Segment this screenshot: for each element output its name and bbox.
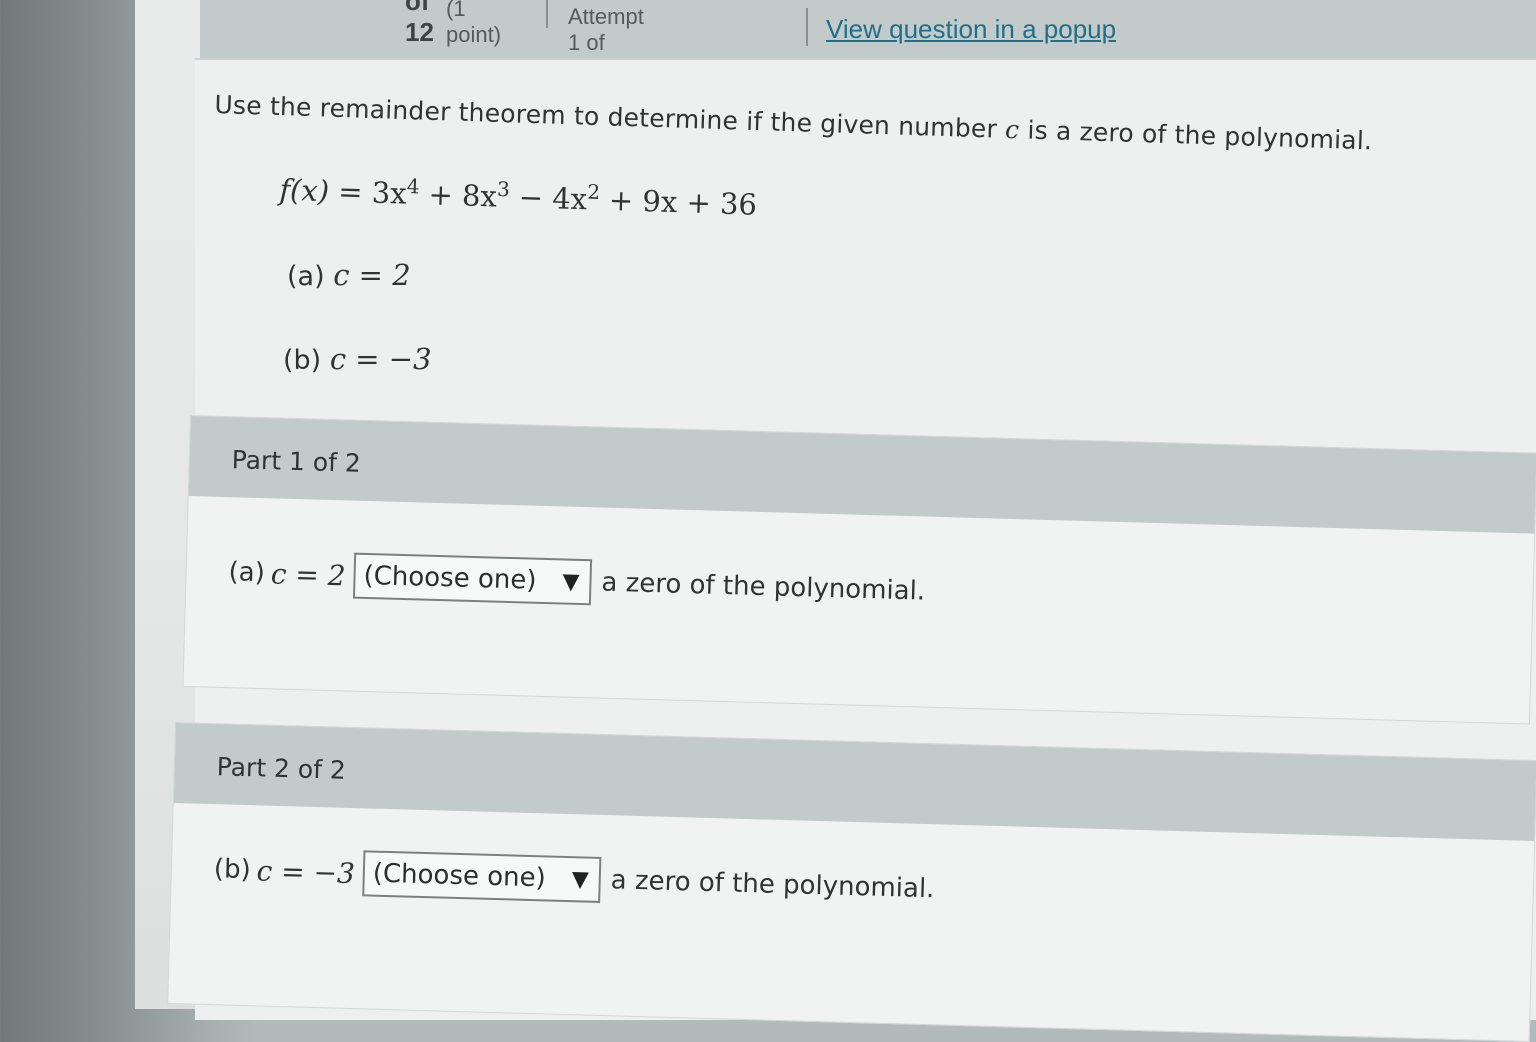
divider — [806, 8, 808, 46]
question-number-cut: of 12 — [405, 0, 434, 47]
part-2-label: (b) — [213, 854, 252, 886]
formula-exponent: 2 — [586, 179, 601, 205]
part-1-title: Part 1 of 2 — [231, 445, 362, 478]
instruction-text-end: is a zero of the polynomial. — [1018, 115, 1373, 156]
triangle-down-icon: ▼ — [571, 866, 590, 893]
option-a: (a) c = 2 — [287, 258, 411, 292]
polynomial-formula: f(x) = 3x4 + 8x3 − 4x2 + 9x + 36 — [279, 170, 758, 222]
formula-exponent: 3 — [496, 176, 511, 202]
part-2-suffix: a zero of the polynomial. — [610, 865, 935, 905]
question-instruction: Use the remainder theorem to determine i… — [214, 90, 1454, 158]
points-label: (1 point) — [446, 0, 502, 47]
part-2-panel: Part 2 of 2 (b) c = −3 (Choose one) ▼ a … — [167, 722, 1536, 1042]
option-b-value: c = −3 — [329, 342, 432, 376]
part-1-answer-row: (a) c = 2 (Choose one) ▼ a zero of the p… — [228, 549, 926, 614]
part-1-panel: Part 1 of 2 (a) c = 2 (Choose one) ▼ a z… — [182, 415, 1536, 725]
view-question-popup-link[interactable]: View question in a popup — [826, 14, 1116, 45]
part-2-expression: c = −3 — [256, 853, 356, 890]
dropdown-value: (Choose one) — [363, 560, 537, 596]
formula-exponent: 4 — [406, 173, 420, 199]
formula-term: − 4x — [509, 179, 588, 217]
formula-lhs: f(x) = — [278, 172, 373, 210]
part-1-label: (a) — [228, 557, 266, 589]
instruction-variable: c — [1004, 114, 1020, 145]
divider — [546, 0, 548, 28]
part-1-suffix: a zero of the polynomial. — [601, 567, 926, 607]
instruction-text: Use the remainder theorem to determine i… — [214, 90, 1006, 144]
formula-term: + 8x — [418, 177, 498, 214]
dropdown-value: (Choose one) — [372, 858, 547, 894]
part-1-choose-dropdown[interactable]: (Choose one) ▼ — [352, 552, 593, 606]
triangle-down-icon: ▼ — [562, 568, 580, 595]
option-b: (b) c = −3 — [283, 342, 432, 376]
part-1-expression: c = 2 — [270, 556, 347, 592]
option-a-value: c = 2 — [333, 258, 411, 292]
formula-term: 3x — [371, 175, 408, 211]
part-2-answer-row: (b) c = −3 (Choose one) ▼ a zero of the … — [213, 846, 935, 912]
option-b-label: (b) — [283, 345, 322, 376]
part-2-title: Part 2 of 2 — [216, 752, 347, 785]
formula-term: + 9x + 36 — [599, 182, 758, 222]
part-2-choose-dropdown[interactable]: (Choose one) ▼ — [362, 850, 602, 903]
option-a-label: (a) — [287, 261, 325, 292]
